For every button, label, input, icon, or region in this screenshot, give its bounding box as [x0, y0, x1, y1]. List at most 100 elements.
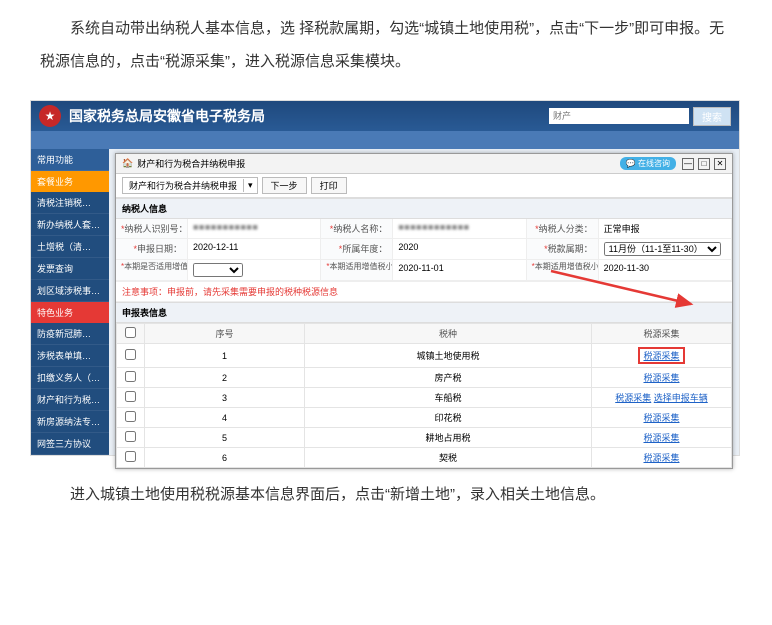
cell-seq: 1 [145, 344, 305, 368]
sidebar-group-special[interactable]: 特色业务 [31, 302, 109, 323]
row-checkbox[interactable] [125, 411, 136, 422]
label-year: 所属年度： [342, 244, 387, 254]
source-collect-link[interactable]: 税源采集 [615, 393, 651, 403]
row-checkbox[interactable] [125, 349, 136, 360]
sidebar-item[interactable]: 清税注销税… [31, 192, 109, 214]
online-help-button[interactable]: 💬 在线咨询 [620, 157, 676, 170]
sidebar-group-package[interactable]: 套餐业务 [31, 171, 109, 192]
source-collect-link[interactable]: 选择申报车辆 [654, 393, 708, 403]
declaration-modal: 🏠 财产和行为税合并纳税申报 💬 在线咨询 — □ ✕ 财产和行为税合并纳税申报… [115, 153, 733, 469]
doc-paragraph-2: 进入城镇土地使用税税源基本信息界面后，点击“新增土地”，录入相关土地信息。 [0, 466, 772, 523]
value-small-scale-policy[interactable] [188, 260, 321, 281]
label-policy-start: 本期适用增值税小规模纳税人征收政策起始时间 [329, 262, 393, 271]
sidebar-item[interactable]: 涉税表单填… [31, 345, 109, 367]
sidebar-item[interactable]: 扣缴义务人（… [31, 367, 109, 389]
search-button[interactable]: 搜索 [693, 107, 731, 126]
sidebar-item[interactable]: 网签三方协议 [31, 433, 109, 455]
source-collect-link[interactable]: 税源采集 [643, 433, 679, 443]
home-icon: 🏠 [122, 158, 133, 169]
row-checkbox[interactable] [125, 431, 136, 442]
taxpayer-info-grid: *纳税人识别号： ■■■■■■■■■■■ *纳税人名称： ■■■■■■■■■■■… [116, 219, 732, 282]
sidebar-item[interactable]: 新办纳税人套… [31, 214, 109, 236]
label-small-scale-policy: 本期是否适用增值税小规模纳税人减征政策 [124, 262, 188, 271]
modal-toolbar: 财产和行为税合并纳税申报 ▾ 下一步 打印 [116, 174, 732, 198]
table-row: 3车船税税源采集 选择申报车辆 [117, 388, 732, 408]
value-policy-end: 2020-11-30 [599, 260, 732, 281]
app-body: 常用功能 套餐业务 清税注销税… 新办纳税人套… 土增税（清… 发票查询 划区域… [31, 149, 739, 455]
select-all-checkbox[interactable] [125, 327, 136, 338]
cell-tax-type: 房产税 [305, 368, 592, 388]
source-collect-link[interactable]: 税源采集 [643, 453, 679, 463]
label-taxpayer-id: 纳税人识别号： [125, 224, 188, 234]
warning-note: 注意事项：申报前，请先采集需要申报的税种税源信息 [116, 282, 732, 302]
cell-source-collect: 税源采集 [592, 428, 732, 448]
section-declaration-info: 申报表信息 [116, 302, 732, 323]
sidebar-item[interactable]: 新房源纳法专… [31, 411, 109, 433]
logo-icon: ★ [39, 105, 61, 127]
sidebar: 常用功能 套餐业务 清税注销税… 新办纳税人套… 土增税（清… 发票查询 划区域… [31, 149, 109, 455]
row-checkbox[interactable] [125, 391, 136, 402]
table-row: 5耕地占用税 税源采集 [117, 428, 732, 448]
cell-tax-type: 契税 [305, 448, 592, 468]
section-taxpayer-info: 纳税人信息 [116, 198, 732, 219]
header-search: 搜索 [549, 107, 731, 126]
value-policy-start: 2020-11-01 [393, 260, 526, 281]
maximize-icon[interactable]: □ [698, 158, 710, 170]
cell-tax-type: 车船税 [305, 388, 592, 408]
value-period[interactable]: 11月份（11-1至11-30） [599, 239, 732, 260]
cell-tax-type: 耕地占用税 [305, 428, 592, 448]
sidebar-item[interactable]: 划区域涉税事… [31, 280, 109, 302]
app-title: 国家税务总局安徽省电子税务局 [69, 106, 549, 126]
table-row: 4印花税 税源采集 [117, 408, 732, 428]
search-input[interactable] [549, 108, 689, 124]
cell-seq: 3 [145, 388, 305, 408]
doc-paragraph-1: 系统自动带出纳税人基本信息，选 择税款属期，勾选“城镇土地使用税”，点击“下一步… [0, 0, 772, 90]
value-taxpayer-type: 正常申报 [599, 219, 732, 239]
source-collect-link[interactable]: 税源采集 [643, 413, 679, 423]
close-icon[interactable]: ✕ [714, 158, 726, 170]
cell-tax-type: 城镇土地使用税 [305, 344, 592, 368]
row-checkbox[interactable] [125, 451, 136, 462]
cell-seq: 6 [145, 448, 305, 468]
table-row: 1城镇土地使用税 税源采集 [117, 344, 732, 368]
label-period: 税款属期： [548, 244, 593, 254]
sidebar-item[interactable]: 土增税（清… [31, 236, 109, 258]
sub-nav-bar [31, 131, 739, 149]
col-seq: 序号 [145, 324, 305, 344]
cell-source-collect: 税源采集 [592, 344, 732, 368]
label-taxpayer-type: 纳税人分类： [539, 224, 593, 234]
col-source-collect: 税源采集 [592, 324, 732, 344]
print-button[interactable]: 打印 [311, 177, 347, 194]
next-step-button[interactable]: 下一步 [262, 177, 307, 194]
app-header: ★ 国家税务总局安徽省电子税务局 搜索 [31, 101, 739, 131]
tab-selector[interactable]: 财产和行为税合并纳税申报 ▾ [122, 177, 258, 194]
table-row: 2房产税 税源采集 [117, 368, 732, 388]
modal-titlebar: 🏠 财产和行为税合并纳税申报 💬 在线咨询 — □ ✕ [116, 154, 732, 174]
sidebar-item[interactable]: 财产和行为税… [31, 389, 109, 411]
sidebar-item[interactable]: 发票查询 [31, 258, 109, 280]
row-checkbox[interactable] [125, 371, 136, 382]
label-policy-end: 本期适用增值税小规模纳税人征收政策终止时间 [535, 262, 599, 271]
cell-seq: 5 [145, 428, 305, 448]
col-tax-type: 税种 [305, 324, 592, 344]
cell-source-collect: 税源采集 [592, 408, 732, 428]
source-collect-link[interactable]: 税源采集 [638, 347, 684, 364]
declaration-table: 序号 税种 税源采集 1城镇土地使用税税源采集2房产税税源采集3车船税税源采集 … [116, 323, 732, 468]
source-collect-link[interactable]: 税源采集 [643, 373, 679, 383]
tab-label: 财产和行为税合并纳税申报 [123, 178, 243, 193]
label-taxpayer-name: 纳税人名称： [333, 224, 387, 234]
minimize-icon[interactable]: — [682, 158, 694, 170]
cell-seq: 2 [145, 368, 305, 388]
cell-tax-type: 印花税 [305, 408, 592, 428]
cell-source-collect: 税源采集 选择申报车辆 [592, 388, 732, 408]
value-taxpayer-name: ■■■■■■■■■■■■ [398, 222, 469, 232]
modal-title: 财产和行为税合并纳税申报 [137, 157, 620, 170]
chevron-down-icon[interactable]: ▾ [243, 179, 257, 192]
label-report-date: 申报日期： [137, 244, 182, 254]
sidebar-item[interactable]: 防疫新冠肺… [31, 323, 109, 345]
value-taxpayer-id: ■■■■■■■■■■■ [193, 222, 258, 232]
sidebar-group-common[interactable]: 常用功能 [31, 149, 109, 171]
value-year: 2020 [393, 239, 526, 260]
value-report-date: 2020-12-11 [188, 239, 321, 260]
cell-seq: 4 [145, 408, 305, 428]
